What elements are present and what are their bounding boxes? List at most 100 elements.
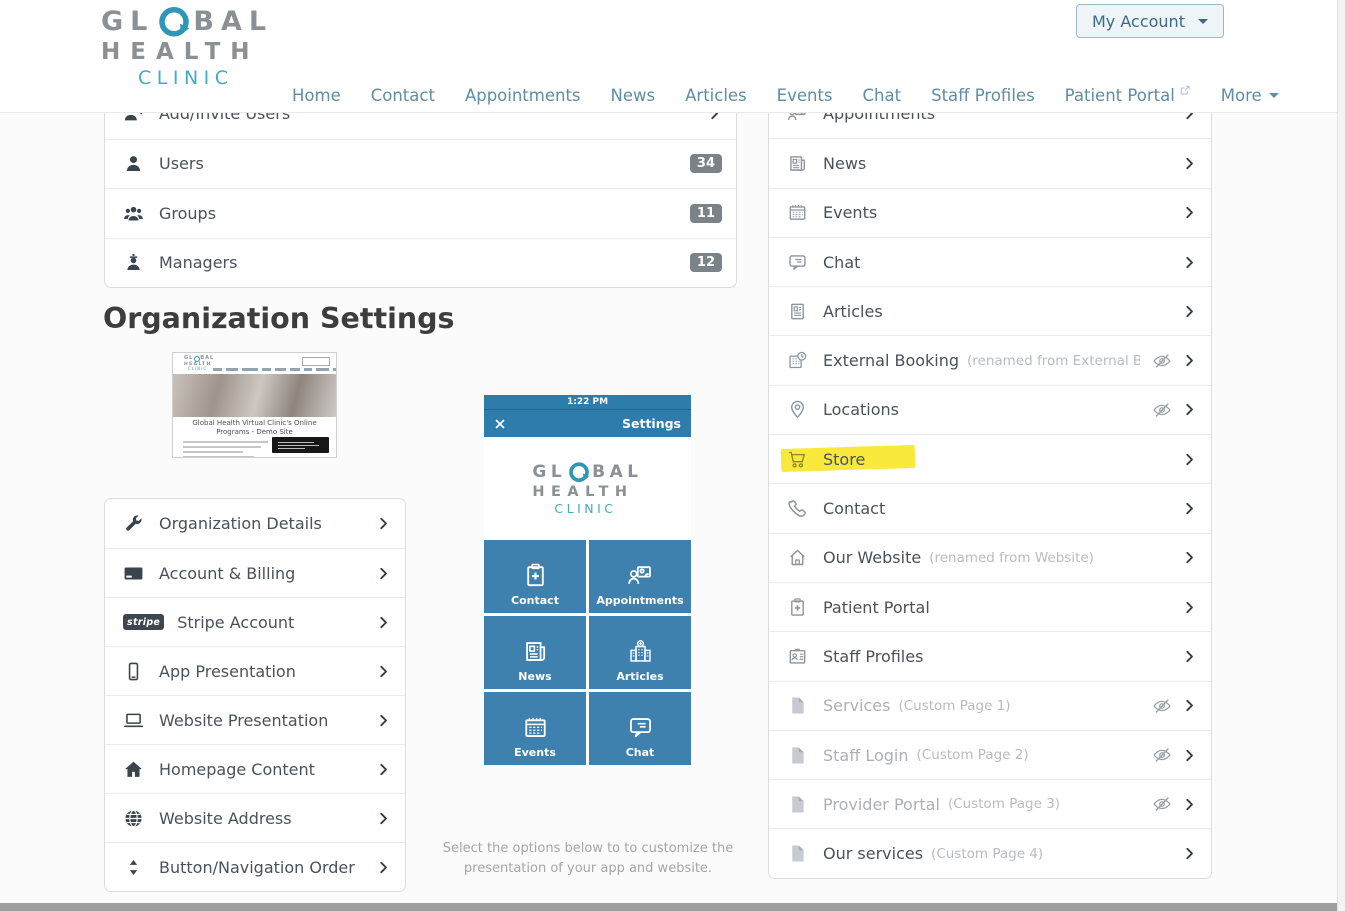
row-label: Website Address [159,808,292,828]
feature-row-our-services[interactable]: Our services (Custom Page 4) [769,828,1211,877]
settings-row-app-presentation[interactable]: App Presentation [105,646,405,695]
feature-row-articles[interactable]: Articles [769,286,1211,335]
settings-row-button-navigation-order[interactable]: Button/Navigation Order [105,842,405,891]
id-card-icon [787,646,808,667]
nav-item-more[interactable]: More [1221,86,1279,105]
app-status-bar: 1:22 PM [484,395,691,410]
chevron-right-icon [376,762,391,777]
row-label: Groups [159,203,217,223]
app-tile-chat: Chat [589,692,691,765]
file-icon [787,695,808,716]
app-tile-grid: Contact Appointments News Articles Event… [484,540,691,765]
app-logo-area: GL BAL HEALTH CLINIC [484,437,691,540]
app-tile-events: Events [484,692,586,765]
feature-row-staff-profiles[interactable]: Staff Profiles [769,631,1211,680]
row-label: Website Presentation [159,710,329,730]
chevron-right-icon [1182,501,1197,516]
row-label: Events [823,203,878,223]
articles-tile-icon [627,638,654,665]
calendar-icon [787,202,808,223]
row-note: (renamed from Website) [929,549,1094,566]
mini-cta-button [272,437,329,453]
mini-hero-image [173,374,336,417]
article-icon [787,301,808,322]
row-label: Organization Details [159,514,322,533]
patient-portal-icon [787,597,808,618]
users-card-row-managers[interactable]: Managers 12 [105,237,736,288]
row-label: Stripe Account [177,612,295,632]
users-card-row-users[interactable]: Users 34 [105,138,736,189]
feature-row-provider-portal[interactable]: Provider Portal (Custom Page 3) [769,779,1211,828]
appointments-tile-icon [627,562,654,589]
chevron-right-icon [1182,846,1197,861]
row-label: Services [823,696,891,716]
website-preview-thumbnail: GL BAL HEALTH CLINIC Global Health Virtua… [172,352,337,458]
nav-item-home[interactable]: Home [292,86,341,105]
home-outline-icon [787,547,808,568]
chevron-right-icon [376,566,391,581]
nav-item-staff-profiles[interactable]: Staff Profiles [931,86,1035,105]
settings-row-organization-details[interactable]: Organization Details [105,499,405,548]
row-label: Store [823,449,866,469]
eye-slash-icon [1152,745,1172,765]
feature-row-store[interactable]: Store [769,434,1211,483]
home-icon [123,759,144,780]
settings-row-website-address[interactable]: Website Address [105,793,405,842]
settings-row-account-billing[interactable]: Account & Billing [105,548,405,597]
feature-row-staff-login[interactable]: Staff Login (Custom Page 2) [769,729,1211,779]
chevron-right-icon [1182,550,1197,565]
nav-item-appointments[interactable]: Appointments [465,86,581,105]
feature-row-our-website[interactable]: Our Website (renamed from Website) [769,532,1211,582]
chevron-right-icon [1182,452,1197,467]
feature-row-events[interactable]: Events [769,187,1211,237]
nav-item-contact[interactable]: Contact [371,86,435,105]
row-label: Locations [823,400,900,420]
row-note: (Custom Page 2) [916,747,1029,763]
chevron-right-icon [1182,797,1197,812]
feature-row-contact[interactable]: Contact [769,483,1211,532]
mini-nav [213,368,336,371]
row-label: News [823,153,867,173]
app-tile-appointments: Appointments [589,540,691,613]
row-label: App Presentation [159,661,296,681]
nav-item-events[interactable]: Events [777,86,833,105]
users-card-row-groups[interactable]: Groups 11 [105,188,736,238]
main-nav: Home Contact Appointments News Articles … [292,86,1279,105]
row-label: Patient Portal [823,597,930,617]
app-tile-articles: Articles [589,616,691,689]
feature-row-services[interactable]: Services (Custom Page 1) [769,680,1211,730]
row-label: Homepage Content [159,759,315,779]
external-link-icon [1179,84,1191,96]
chevron-right-icon [1182,649,1197,664]
vertical-scrollbar[interactable] [1337,0,1345,911]
mini-headline: Global Health Virtual Clinic's Online Pr… [192,419,317,437]
users-card: Add/Invite Users Users 34 Groups 11 Mana… [104,88,737,288]
nav-item-news[interactable]: News [611,86,656,105]
chevron-right-icon [376,811,391,826]
my-account-button[interactable]: My Account [1076,4,1224,38]
count-badge: 12 [689,253,722,273]
nav-item-articles[interactable]: Articles [685,86,747,105]
row-label: Staff Login [823,745,909,765]
chevron-right-icon [376,516,391,531]
app-tile-contact: Contact [484,540,586,613]
chevron-right-icon [1182,205,1197,220]
users-icon [123,203,144,224]
settings-row-stripe-account[interactable]: stripe Stripe Account [105,597,405,646]
count-badge: 34 [689,154,722,174]
feature-row-external-booking[interactable]: External Booking (renamed from External … [769,335,1211,384]
feature-row-news[interactable]: News [769,138,1211,187]
feature-row-locations[interactable]: Locations [769,384,1211,434]
chevron-down-icon [1268,93,1279,98]
feature-row-patient-portal[interactable]: Patient Portal [769,581,1211,631]
presentation-caption: Select the options below to to customize… [442,841,734,877]
row-label: Articles [823,301,883,321]
nav-item-chat[interactable]: Chat [863,86,902,105]
events-tile-icon [522,714,549,741]
wrench-icon [123,513,144,534]
nav-item-patient-portal[interactable]: Patient Portal [1065,86,1191,105]
settings-row-homepage-content[interactable]: Homepage Content [105,744,405,793]
chevron-right-icon [1182,748,1197,763]
feature-row-chat[interactable]: Chat [769,236,1211,286]
settings-row-website-presentation[interactable]: Website Presentation [105,695,405,744]
